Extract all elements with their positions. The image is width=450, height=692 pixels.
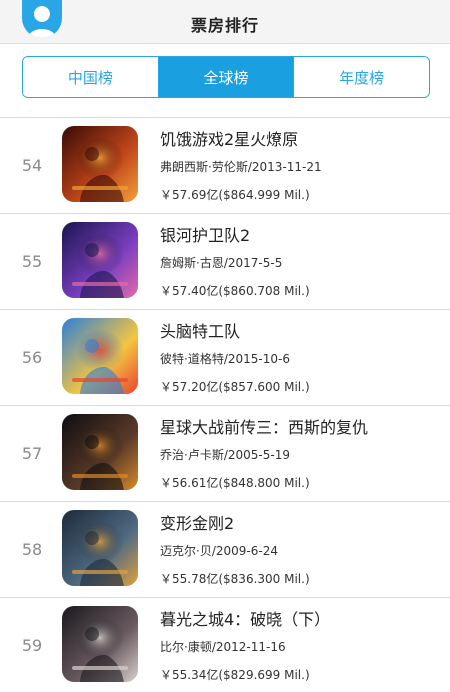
director-release-date: 迈克尔·贝/2009-6-24 — [160, 544, 278, 558]
box-office-gross: ￥57.20亿($857.600 Mil.) — [160, 380, 310, 394]
movie-poster[interactable] — [62, 606, 138, 682]
rank-number: 58 — [21, 540, 43, 559]
movie-row[interactable]: 56 头脑特工队彼特·道格特/2015-10-6 ￥57.20亿($857.600 … — [0, 309, 450, 405]
movie-title: 星球大战前传三：西斯的复仇 — [160, 418, 369, 437]
rank-number: 56 — [21, 348, 43, 367]
movie-title: 暮光之城4：破晓（下） — [160, 610, 331, 629]
movie-row[interactable]: 54 饥饿游戏2星火燎原弗朗西斯·劳伦斯/2013-11-21 ￥57.69亿($8… — [0, 117, 450, 213]
director-release-date: 比尔·康顿/2012-11-16 — [160, 640, 286, 654]
page-title: 票房排行 — [190, 16, 259, 35]
movie-row[interactable]: 57 星球大战前传三：西斯的复仇乔治·卢卡斯/2005-5-19 ￥56.61亿($… — [0, 405, 450, 501]
rank-number: 59 — [21, 636, 43, 655]
tab-china[interactable]: 中国榜 — [23, 57, 158, 97]
movie-list: 54 饥饿游戏2星火燎原弗朗西斯·劳伦斯/2013-11-21 ￥57.69亿($8… — [0, 117, 450, 692]
movie-poster[interactable] — [62, 318, 138, 394]
box-office-gross: ￥55.34亿($829.699 Mil.) — [160, 668, 310, 682]
movie-poster[interactable] — [62, 126, 138, 202]
movie-title: 饥饿游戏2星火燎原 — [160, 130, 299, 149]
rank-number: 57 — [21, 444, 43, 463]
tab-global[interactable]: 全球榜 — [157, 57, 294, 97]
movie-poster[interactable] — [62, 222, 138, 298]
box-office-gross: ￥55.78亿($836.300 Mil.) — [160, 572, 310, 586]
movie-title: 变形金刚2 — [160, 514, 235, 533]
tab-annual[interactable]: 年度榜 — [293, 57, 429, 97]
movie-row[interactable]: 55 银河护卫队2 詹姆斯·古恩/2017-5-5 ￥57.40亿($860.708 … — [0, 213, 450, 309]
movie-poster[interactable] — [62, 414, 138, 490]
movie-row[interactable]: 58 变形金刚2 迈克尔·贝/2009-6-24 ￥55.78亿($836.300 M… — [0, 501, 450, 597]
director-release-date: 詹姆斯·古恩/2017-5-5 — [160, 256, 283, 270]
box-office-gross: ￥57.40亿($860.708 Mil.) — [160, 284, 310, 298]
director-release-date: 乔治·卢卡斯/2005-5-19 — [160, 448, 290, 462]
movie-title: 银河护卫队2 — [160, 226, 251, 245]
director-release-date: 彼特·道格特/2015-10-6 — [160, 352, 290, 366]
rank-number: 54 — [21, 156, 43, 175]
box-office-gross: ￥57.69亿($864.999 Mil.) — [160, 188, 310, 202]
top-nav-bar: 票房排行 — [0, 0, 450, 44]
movie-poster[interactable] — [62, 510, 138, 586]
movie-title: 头脑特工队 — [160, 322, 241, 341]
ranking-tabs: 中国榜 全球榜 年度榜 — [22, 56, 430, 98]
movie-row[interactable]: 59 暮光之城4：破晓（下） 比尔·康顿/2012-11-16 ￥55.34亿($82… — [0, 597, 450, 692]
director-release-date: 弗朗西斯·劳伦斯/2013-11-21 — [160, 160, 322, 174]
rank-number: 55 — [21, 252, 43, 271]
box-office-gross: ￥56.61亿($848.800 Mil.) — [160, 476, 310, 490]
